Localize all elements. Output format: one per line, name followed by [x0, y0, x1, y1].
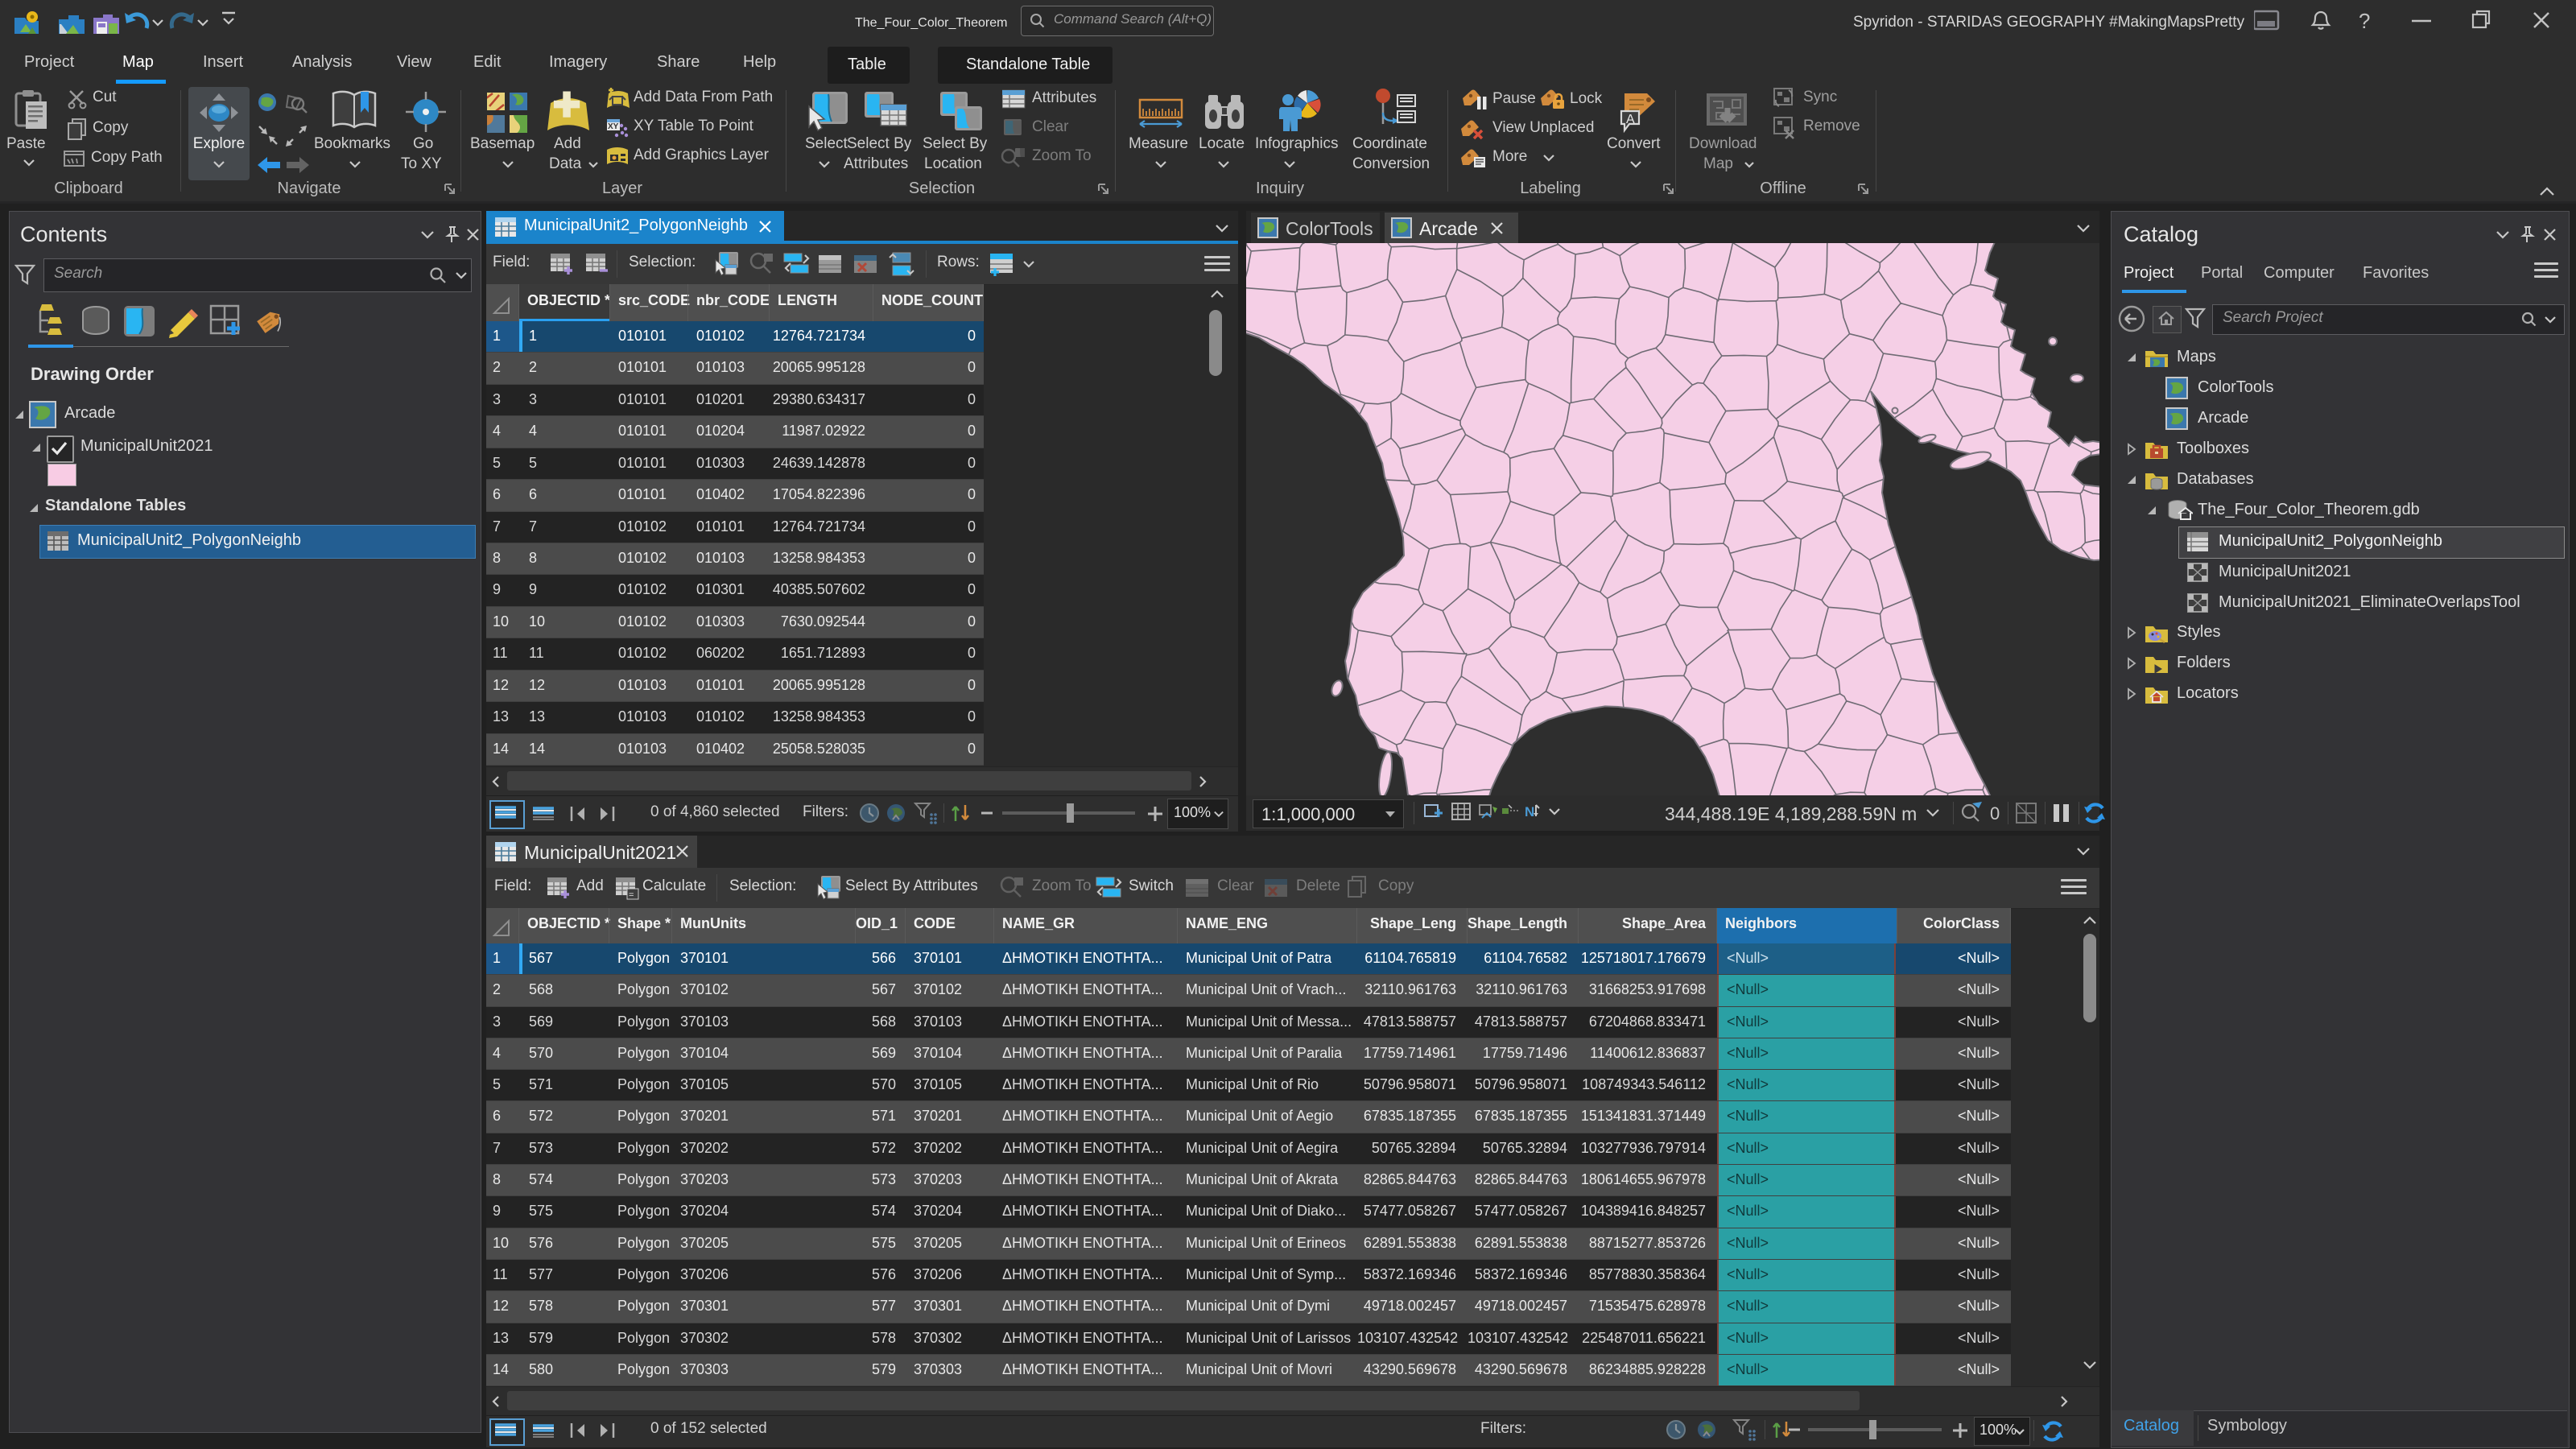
svg-text:XY: XY [608, 122, 619, 131]
svg-text:=: = [629, 890, 634, 900]
svg-text:?: ? [2359, 10, 2370, 33]
svg-text:N: N [1525, 804, 1534, 819]
svg-text:A: A [1626, 113, 1635, 126]
